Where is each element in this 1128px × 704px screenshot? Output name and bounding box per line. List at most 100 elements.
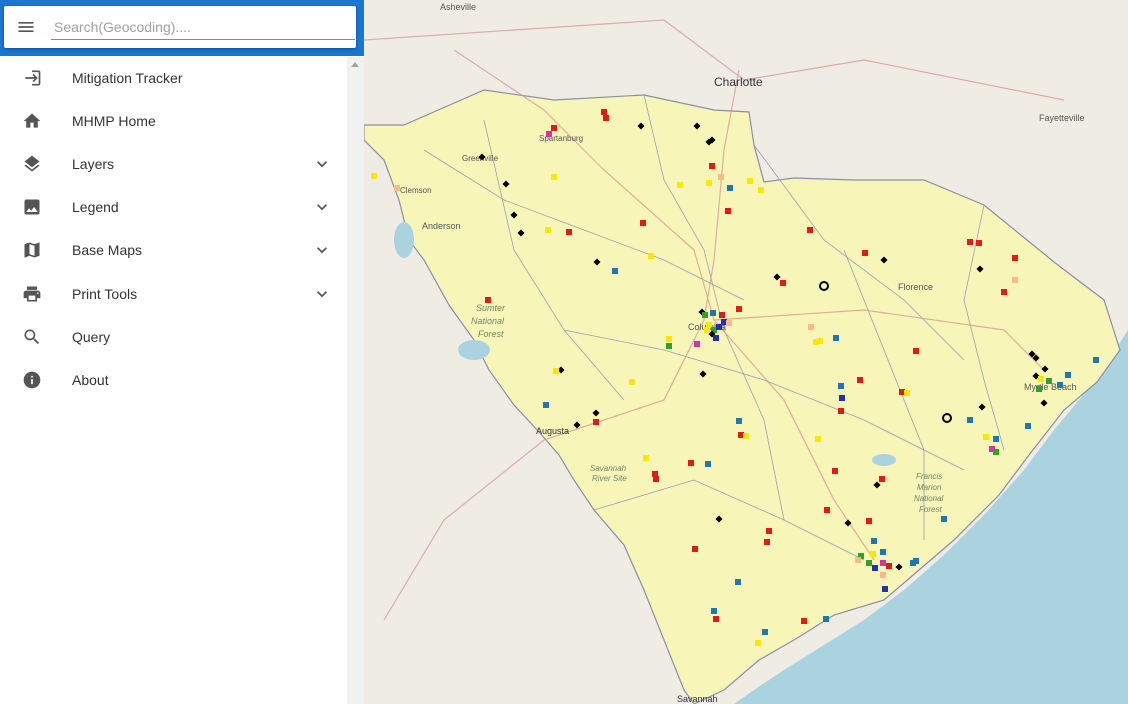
map-marker-square[interactable] <box>677 182 683 188</box>
map-marker-square[interactable] <box>1065 372 1071 378</box>
map-marker-square[interactable] <box>546 131 552 137</box>
map-marker-square[interactable] <box>394 185 400 191</box>
map-marker-square[interactable] <box>743 433 749 439</box>
map-marker-square[interactable] <box>711 608 717 614</box>
map-marker-square[interactable] <box>566 229 572 235</box>
chevron-down-icon[interactable] <box>312 154 332 174</box>
map-marker-square[interactable] <box>603 115 609 121</box>
map-marker-square[interactable] <box>543 402 549 408</box>
map-marker-square[interactable] <box>993 449 999 455</box>
map-marker-square[interactable] <box>904 390 910 396</box>
map-marker-square[interactable] <box>886 563 892 569</box>
map-marker-square[interactable] <box>880 560 886 566</box>
map-marker-square[interactable] <box>1001 289 1007 295</box>
map-marker-square[interactable] <box>808 324 814 330</box>
map-marker-square[interactable] <box>976 240 982 246</box>
map-marker-square[interactable] <box>688 460 694 466</box>
map-marker-square[interactable] <box>727 185 733 191</box>
map-marker-square[interactable] <box>832 468 838 474</box>
map-marker-square[interactable] <box>1012 255 1018 261</box>
map-marker-square[interactable] <box>1093 357 1099 363</box>
map-marker-square[interactable] <box>640 220 646 226</box>
map-marker-square[interactable] <box>551 125 557 131</box>
map-marker-square[interactable] <box>601 109 607 115</box>
map-marker-square[interactable] <box>713 335 719 341</box>
map-marker-square[interactable] <box>629 379 635 385</box>
chevron-down-icon[interactable] <box>312 284 332 304</box>
map-marker-square[interactable] <box>747 178 753 184</box>
menu-item-legend[interactable]: Legend <box>0 186 347 228</box>
map-marker-square[interactable] <box>726 320 732 326</box>
sidebar-scrollbar[interactable] <box>347 57 364 704</box>
map-marker-square[interactable] <box>766 528 772 534</box>
map-marker-square[interactable] <box>967 239 973 245</box>
map-marker-square[interactable] <box>713 616 719 622</box>
map-marker-square[interactable] <box>880 572 886 578</box>
menu-item-mitigation-tracker[interactable]: Mitigation Tracker <box>0 57 347 99</box>
search-input[interactable] <box>51 14 355 40</box>
map-marker-square[interactable] <box>815 436 821 442</box>
map-marker-square[interactable] <box>551 174 557 180</box>
map-marker-square[interactable] <box>870 551 876 557</box>
map-marker-square[interactable] <box>872 565 878 571</box>
map-marker-square[interactable] <box>993 436 999 442</box>
map-marker-square[interactable] <box>824 507 830 513</box>
map-marker-square[interactable] <box>653 476 659 482</box>
map-marker-square[interactable] <box>593 419 599 425</box>
map-marker-square[interactable] <box>735 579 741 585</box>
map-marker-square[interactable] <box>855 557 861 563</box>
menu-item-query[interactable]: Query <box>0 316 347 358</box>
map-view[interactable]: Asheville Charlotte Fayetteville Spartan… <box>364 0 1128 704</box>
map-marker-square[interactable] <box>817 338 823 344</box>
map-marker-square[interactable] <box>801 618 807 624</box>
map-marker-square[interactable] <box>694 341 700 347</box>
map-marker-square[interactable] <box>780 280 786 286</box>
map-marker-square[interactable] <box>666 336 672 342</box>
map-marker-square[interactable] <box>612 268 618 274</box>
map-marker-square[interactable] <box>866 560 872 566</box>
map-marker-square[interactable] <box>553 368 559 374</box>
menu-item-layers[interactable]: Layers <box>0 143 347 185</box>
map-marker-square[interactable] <box>871 538 877 544</box>
map-marker-square[interactable] <box>710 310 716 316</box>
map-marker-square[interactable] <box>866 518 872 524</box>
map-marker-square[interactable] <box>833 335 839 341</box>
map-marker-square[interactable] <box>882 586 888 592</box>
map-marker-square[interactable] <box>692 546 698 552</box>
map-marker-square[interactable] <box>839 395 845 401</box>
map-marker-square[interactable] <box>823 616 829 622</box>
map-marker-square[interactable] <box>967 417 973 423</box>
map-marker-square[interactable] <box>718 174 724 180</box>
map-marker-square[interactable] <box>838 408 844 414</box>
map-marker-square[interactable] <box>736 418 742 424</box>
scroll-up-arrow-icon[interactable] <box>351 62 359 67</box>
menu-item-base-maps[interactable]: Base Maps <box>0 229 347 271</box>
hamburger-menu-icon[interactable] <box>16 17 36 37</box>
map-marker-square[interactable] <box>913 558 919 564</box>
map-canvas[interactable]: Asheville Charlotte Fayetteville Spartan… <box>364 0 1128 704</box>
map-marker-square[interactable] <box>545 227 551 233</box>
map-marker-square[interactable] <box>1036 386 1042 392</box>
map-marker-square[interactable] <box>736 306 742 312</box>
map-marker-square[interactable] <box>1057 382 1063 388</box>
map-marker-square[interactable] <box>762 629 768 635</box>
map-marker-square[interactable] <box>1012 277 1018 283</box>
map-marker-square[interactable] <box>1046 378 1052 384</box>
map-marker-square[interactable] <box>838 383 844 389</box>
map-marker-square[interactable] <box>648 253 654 259</box>
map-marker-square[interactable] <box>1038 376 1044 382</box>
map-marker-square[interactable] <box>705 461 711 467</box>
map-marker-square[interactable] <box>371 173 377 179</box>
map-marker-square[interactable] <box>879 476 885 482</box>
map-marker-square[interactable] <box>880 549 886 555</box>
map-marker-square[interactable] <box>764 539 770 545</box>
map-marker-square[interactable] <box>941 516 947 522</box>
map-marker-square[interactable] <box>719 312 725 318</box>
menu-item-mhmp-home[interactable]: MHMP Home <box>0 100 347 142</box>
map-marker-square[interactable] <box>755 640 761 646</box>
map-marker-square[interactable] <box>666 343 672 349</box>
menu-item-about[interactable]: About <box>0 359 347 401</box>
chevron-down-icon[interactable] <box>312 240 332 260</box>
map-marker-square[interactable] <box>704 327 710 333</box>
map-marker-square[interactable] <box>983 434 989 440</box>
